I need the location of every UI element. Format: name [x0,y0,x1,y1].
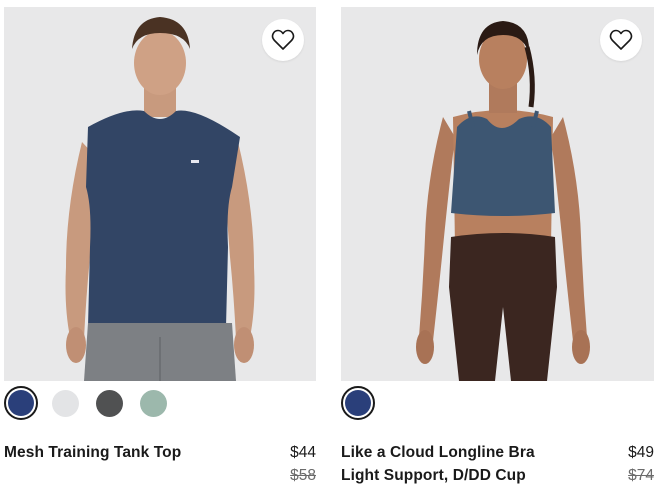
product-info: Mesh Training Tank Top $44 $58 [4,441,316,484]
color-swatch[interactable] [92,386,126,420]
swatch-color [51,389,79,417]
original-price: $74 [628,467,654,484]
heart-outline-icon [609,29,633,50]
product-photo [4,7,316,381]
product-price: $44 $58 [290,441,316,487]
product-image[interactable] [4,7,316,381]
color-swatch[interactable] [48,386,82,420]
color-swatches [4,386,170,420]
product-name-link[interactable]: Mesh Training Tank Top [4,441,254,464]
swatch-color [95,389,123,417]
sale-price: $49 [628,444,654,461]
color-swatch[interactable] [341,386,375,420]
product-image[interactable] [341,7,654,381]
product-name-link[interactable]: Like a Cloud Longline Bra Light Support,… [341,441,591,487]
sale-price: $44 [290,444,316,461]
wishlist-button[interactable] [262,19,304,61]
product-card[interactable]: Like a Cloud Longline Bra Light Support,… [341,0,654,484]
swatch-color [345,390,371,416]
color-swatch[interactable] [4,386,38,420]
color-swatch[interactable] [136,386,170,420]
product-name-line: Like a Cloud Longline Bra [341,444,535,461]
wishlist-button[interactable] [600,19,642,61]
product-name-line: Light Support, D/DD Cup [341,467,526,484]
color-swatches [341,386,375,420]
product-name-line: Mesh Training Tank Top [4,444,182,461]
swatch-color [8,390,34,416]
original-price: $58 [290,467,316,484]
heart-outline-icon [271,29,295,50]
product-info: Like a Cloud Longline Bra Light Support,… [341,441,654,487]
product-price: $49 $74 [628,441,654,487]
product-photo [341,7,654,381]
product-card[interactable]: Mesh Training Tank Top $44 $58 [4,0,316,484]
swatch-color [139,389,167,417]
